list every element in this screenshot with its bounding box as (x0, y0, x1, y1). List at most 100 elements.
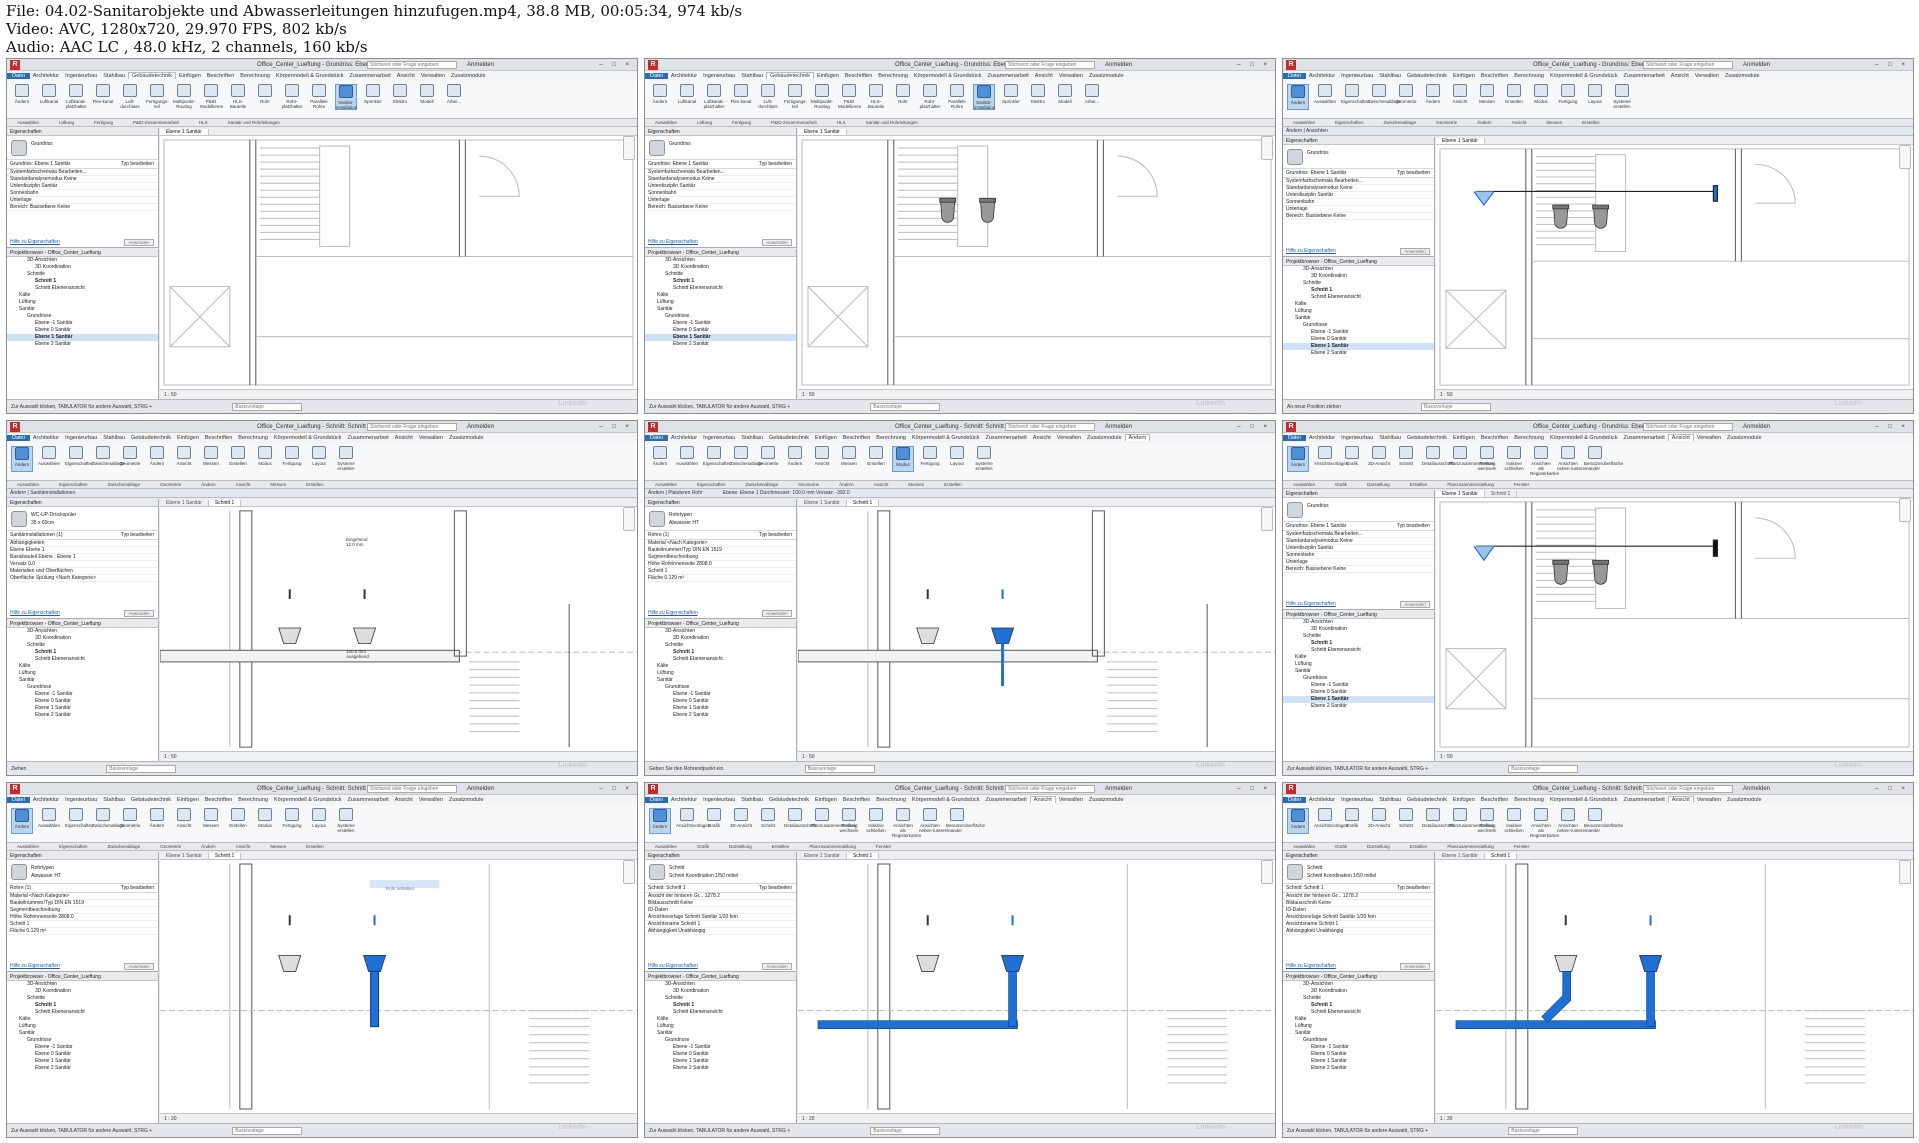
base-view-select[interactable]: Basisvorlage (1420, 402, 1491, 411)
type-selector[interactable]: Grundriss (1283, 498, 1434, 522)
sign-in-link[interactable]: Anmelden (1105, 421, 1132, 432)
ribbon-tab[interactable]: Verwalten (1054, 435, 1084, 441)
ribbon-tab[interactable]: Berechnung (1511, 73, 1547, 79)
ribbon-button[interactable]: Rohr-platzhalter (919, 84, 941, 110)
ribbon-tab[interactable]: Zusammenarbeit (1621, 435, 1668, 441)
ribbon-button[interactable]: Eigenschaften (65, 808, 94, 834)
sign-in-link[interactable]: Anmelden (1105, 59, 1132, 70)
ribbon-tab[interactable]: Ändern (1124, 434, 1151, 441)
ribbon-button[interactable]: Ändern (649, 84, 671, 110)
window-controls[interactable]: – □ × (1875, 59, 1909, 70)
ribbon-tab[interactable]: Berechnung (1511, 797, 1547, 803)
ribbon-tab[interactable]: Zusammenarbeit (1621, 73, 1668, 79)
browser-item[interactable]: Ebene 1 Sanitär (1283, 1058, 1434, 1065)
property-row[interactable]: Höhe Rohrinnenseite 2808.0 (645, 561, 796, 568)
ribbon-tab[interactable]: Architektur (1306, 797, 1338, 803)
pipe-options[interactable]: Ebene: Ebene 1 Durchmesser: 100.0 mm Ver… (723, 490, 850, 496)
ribbon-button[interactable]: Ansichten neben-/untereinander (1557, 808, 1600, 834)
property-row[interactable]: Standardanalysemodus Keine (7, 176, 158, 183)
ribbon-button[interactable]: Inaktive schließen (1503, 808, 1525, 834)
property-row[interactable]: Sonnenbahn (1283, 552, 1434, 559)
ribbon-button[interactable]: Ändern (11, 446, 33, 472)
browser-item[interactable]: Ebene 1 Sanitär (1283, 343, 1434, 350)
browser-item[interactable]: Ebene 1 Sanitär (7, 705, 158, 712)
properties-help-link[interactable]: Hilfe zu Eigenschaften (648, 963, 698, 969)
ribbon-button[interactable]: Sanitär-installation (973, 84, 995, 110)
ribbon-button[interactable]: Erstellen (227, 808, 249, 834)
ribbon-tab[interactable]: Zusammenarbeit (985, 73, 1032, 79)
ribbon-button[interactable]: Systeme erstellen (335, 446, 357, 472)
ribbon-button[interactable]: Erstellen (1503, 84, 1525, 110)
ribbon-button[interactable]: Flex-kanal (730, 84, 752, 110)
view-tab-plan[interactable]: Ebene 1 Sanitär (798, 500, 847, 506)
property-row[interactable]: Unterlage (645, 197, 796, 204)
ribbon-button[interactable]: Ändern (11, 84, 33, 110)
properties-help-link[interactable]: Hilfe zu Eigenschaften (1286, 963, 1336, 969)
property-row[interactable]: Abhängigkeit Unabhängig (645, 928, 796, 935)
ribbon-button[interactable]: Luft-durchlass (757, 84, 779, 110)
browser-item[interactable]: Ebene 2 Sanitär (645, 1065, 796, 1072)
ribbon-tab[interactable]: Architektur (30, 73, 62, 79)
instance-selector[interactable]: Grundriss: Ebene 1 Sanitär Typ bearbeiten (1283, 522, 1434, 531)
navigation-bar[interactable] (1261, 860, 1273, 884)
properties-help-link[interactable]: Hilfe zu Eigenschaften (10, 963, 60, 969)
instance-selector[interactable]: Sanitärinstallationen (1) Typ bearbeiten (7, 531, 158, 540)
view-scale[interactable]: 1 : 20 (802, 1116, 815, 1122)
revit-logo-icon[interactable]: R (10, 422, 20, 432)
browser-item[interactable]: Ebene 0 Sanitär (1283, 336, 1434, 343)
ribbon-button[interactable]: Ändern (146, 808, 168, 834)
ribbon-button[interactable]: Luftkanal-platzhalter (703, 84, 725, 110)
ribbon-tab[interactable]: Zusammenarbeit (983, 435, 1030, 441)
property-row[interactable]: Oberfläche Spülung <Nach Kategorie> (7, 575, 158, 582)
browser-item[interactable]: 3D-Ansichten (7, 981, 158, 988)
ribbon-tab[interactable]: Ansicht (1667, 796, 1694, 803)
browser-item[interactable]: Schnitte (7, 271, 158, 278)
edit-type-button[interactable]: Typ bearbeiten (121, 160, 154, 169)
window-controls[interactable]: – □ × (1237, 783, 1271, 794)
properties-help-link[interactable]: Hilfe zu Eigenschaften (1286, 248, 1336, 254)
browser-item[interactable]: Schnitt Ebenenansicht (7, 285, 158, 292)
window-controls[interactable]: – □ × (1875, 783, 1909, 794)
browser-item[interactable]: Lüftung (7, 670, 158, 677)
ribbon-button[interactable]: Auswählen (676, 446, 698, 472)
property-row[interactable]: Versatz 0.0 (7, 561, 158, 568)
ribbon-tab[interactable]: Körpermodell & Grundstück (909, 797, 983, 803)
ribbon-button[interactable]: Benutzeroberfläche (946, 808, 985, 834)
browser-item[interactable]: Schnitte (1283, 280, 1434, 287)
browser-item[interactable]: Schnitt 1 (645, 278, 796, 285)
ribbon-button[interactable]: Geometrie (1395, 84, 1417, 110)
window-controls[interactable]: – □ × (1237, 59, 1271, 70)
browser-item[interactable]: Schnitt Ebenenansicht (7, 1009, 158, 1016)
ribbon-button[interactable]: Modell (416, 84, 438, 110)
ribbon-tab[interactable]: Stahlbau (100, 797, 128, 803)
ribbon-tab[interactable]: Datei (645, 435, 668, 441)
revit-logo-icon[interactable]: R (1286, 784, 1296, 794)
ribbon-button[interactable]: Zwischenablage (92, 808, 125, 834)
base-view-select[interactable]: Basisvorlage (1508, 764, 1579, 773)
ribbon-tab[interactable]: Stahlbau (1376, 797, 1404, 803)
browser-item[interactable]: Lüftung (645, 670, 796, 677)
ribbon-tab[interactable]: Zusatzmodule (446, 797, 487, 803)
properties-help-link[interactable]: Hilfe zu Eigenschaften (10, 239, 60, 245)
browser-item[interactable]: Grundrisse (1283, 675, 1434, 682)
property-row[interactable]: Sonnenbahn (645, 190, 796, 197)
ribbon-button[interactable]: HLS-Bauteile (865, 84, 887, 110)
apply-button[interactable]: Anwenden (762, 963, 792, 970)
navigation-bar[interactable] (1899, 860, 1911, 884)
ribbon-tab[interactable]: Berechnung (1511, 435, 1547, 441)
revit-logo-icon[interactable]: R (648, 422, 658, 432)
ribbon-button[interactable]: Flex-kanal (92, 84, 114, 110)
ribbon-button[interactable]: Messen (838, 446, 860, 472)
edit-type-button[interactable]: Typ bearbeiten (759, 884, 792, 893)
view-tab-plan[interactable]: Ebene 1 Sanitär (160, 500, 209, 506)
view-canvas[interactable] (160, 507, 637, 751)
property-row[interactable]: Ansichtsvorlage Schnitt Sanitär 1/20 fei… (645, 914, 796, 921)
browser-item[interactable]: Ebene -1 Sanitär (1283, 1044, 1434, 1051)
ribbon-button[interactable]: Geometrie (119, 446, 141, 472)
ribbon-button[interactable]: 3D-Ansicht (1368, 808, 1390, 834)
property-row[interactable]: Abhängigkeit Unabhängig (1283, 928, 1434, 935)
ribbon-tab[interactable]: Einfügen (812, 797, 840, 803)
browser-item[interactable]: 3D-Ansichten (7, 257, 158, 264)
ribbon-button[interactable]: Ändern (1287, 808, 1309, 834)
view-tab-plan[interactable]: Ebene 1 Sanitär (1436, 138, 1485, 144)
